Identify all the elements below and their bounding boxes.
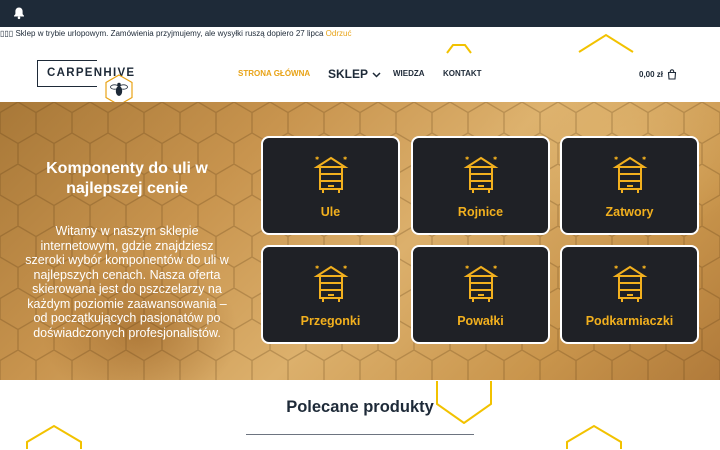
- cart-total: 0,00 zł: [639, 70, 664, 79]
- cart-link[interactable]: 0,00 zł: [639, 69, 677, 80]
- category-card-zatwory[interactable]: ✱ ✱ Zatwory: [560, 136, 699, 235]
- svg-text:✱: ✱: [465, 265, 469, 271]
- chevron-down-icon: [372, 72, 381, 78]
- nav-home[interactable]: STRONA GŁÓWNA: [238, 69, 310, 78]
- category-card-przegonki[interactable]: ✱ ✱ Przegonki: [261, 245, 400, 344]
- svg-text:✱: ✱: [493, 265, 497, 271]
- site-header: CARPENHIVE STRONA GŁÓWNA SKLEP WIEDZA KO…: [0, 40, 720, 106]
- hero-description: Witamy w naszym sklepie internetowym, gd…: [25, 224, 229, 340]
- svg-text:✱: ✱: [315, 156, 319, 162]
- top-bar: [0, 0, 720, 27]
- category-label: Powałki: [457, 314, 504, 328]
- category-card-ule[interactable]: ✱ ✱ Ule: [261, 136, 400, 235]
- page: ▯▯▯ Sklep w trybie urlopowym. Zamówienia…: [0, 0, 720, 450]
- nav-shop[interactable]: SKLEP: [328, 67, 381, 81]
- hexagon-decoration: [566, 424, 622, 449]
- category-card-podkarmiaczki[interactable]: ✱ ✱ Podkarmiaczki: [560, 245, 699, 344]
- category-card-rojnice[interactable]: ✱ ✱ Rojnice: [411, 136, 550, 235]
- nav-knowledge[interactable]: WIEDZA: [393, 69, 425, 78]
- notice-icons: ▯▯▯: [0, 29, 14, 38]
- beehive-icon: ✱ ✱: [463, 156, 498, 193]
- nav-shop-label: SKLEP: [328, 67, 369, 81]
- beehive-icon: ✱ ✱: [313, 156, 348, 193]
- category-label: Przegonki: [300, 314, 361, 328]
- beehive-icon: ✱ ✱: [612, 156, 647, 193]
- svg-text:✱: ✱: [315, 265, 319, 271]
- notice-text: Sklep w trybie urlopowym. Zamówienia prz…: [15, 29, 324, 38]
- svg-text:✱: ✱: [614, 265, 618, 271]
- featured-products-title: Polecane produkty: [286, 398, 434, 416]
- svg-text:✱: ✱: [642, 156, 646, 162]
- dismiss-link[interactable]: Odrzuć: [326, 29, 352, 38]
- cart-icon: [667, 69, 677, 80]
- vacation-notice: ▯▯▯ Sklep w trybie urlopowym. Zamówienia…: [0, 28, 351, 40]
- svg-text:✱: ✱: [343, 265, 347, 271]
- category-card-powalki[interactable]: ✱ ✱ Powałki: [411, 245, 550, 344]
- category-label: Podkarmiaczki: [585, 314, 674, 328]
- svg-text:✱: ✱: [493, 156, 497, 162]
- site-logo[interactable]: CARPENHIVE: [37, 60, 137, 106]
- hero-section: Komponenty do uli w najlepszej cenie Wit…: [0, 102, 720, 380]
- hero-title: Komponenty do uli w najlepszej cenie: [46, 160, 208, 197]
- beehive-icon: ✱ ✱: [313, 265, 348, 302]
- section-divider: [246, 434, 474, 435]
- nav-contact[interactable]: KONTAKT: [443, 69, 482, 78]
- category-label: Zatwory: [605, 205, 654, 219]
- hexagon-decoration: [26, 424, 82, 449]
- svg-text:✱: ✱: [642, 265, 646, 271]
- bell-icon[interactable]: [12, 6, 26, 20]
- svg-text:✱: ✱: [343, 156, 347, 162]
- svg-text:✱: ✱: [614, 156, 618, 162]
- beehive-icon: ✱ ✱: [463, 265, 498, 302]
- category-label: Ule: [320, 205, 341, 219]
- beehive-icon: ✱ ✱: [612, 265, 647, 302]
- svg-text:✱: ✱: [465, 156, 469, 162]
- category-label: Rojnice: [457, 205, 504, 219]
